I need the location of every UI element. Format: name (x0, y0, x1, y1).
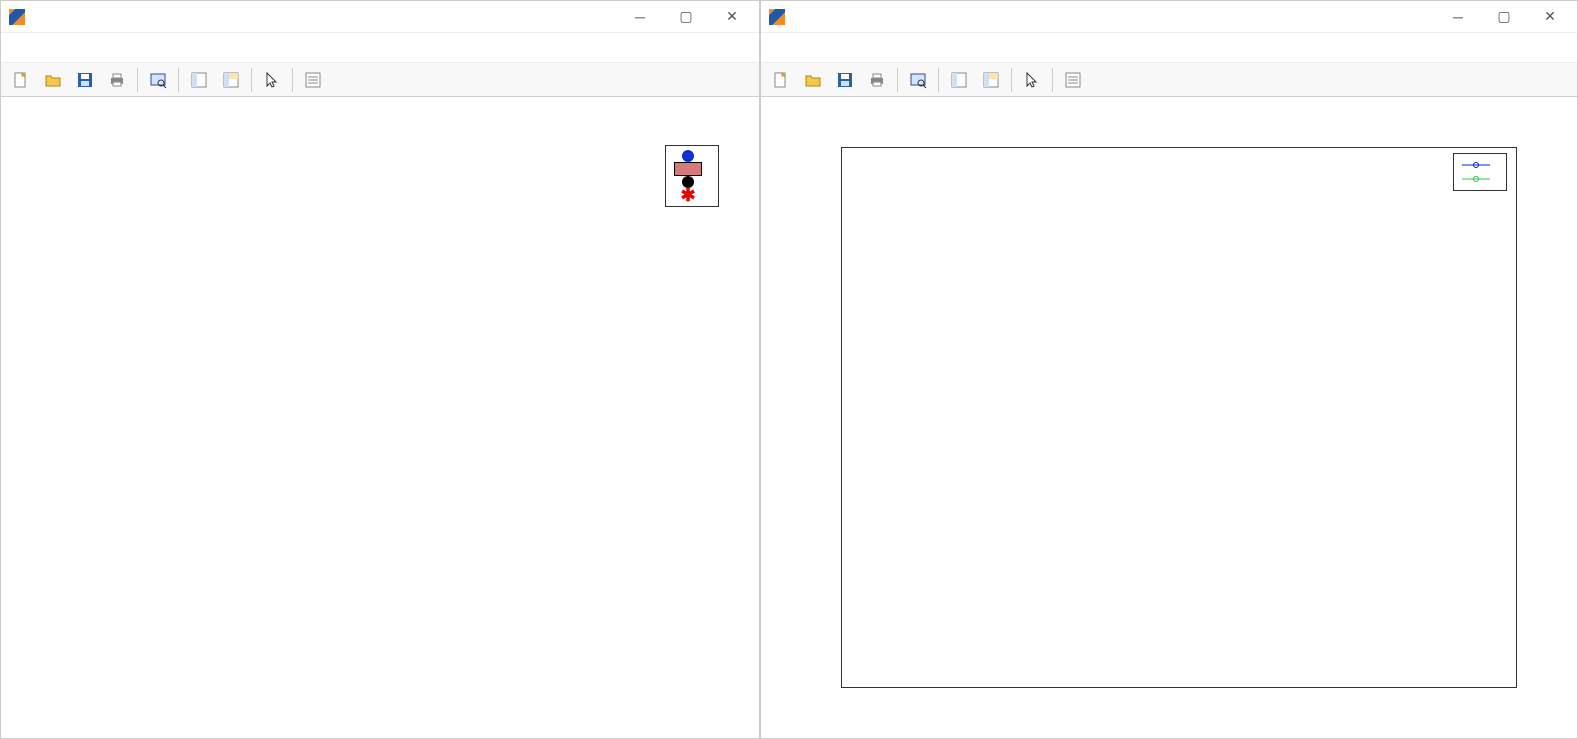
minimize-button[interactable]: ─ (617, 3, 663, 31)
menu-window[interactable] (887, 46, 903, 50)
menu-tools[interactable] (847, 46, 863, 50)
save-icon[interactable] (70, 66, 100, 94)
layout2-icon[interactable] (976, 66, 1006, 94)
legend-obs (674, 150, 710, 162)
menu-insert[interactable] (827, 46, 843, 50)
surface-svg (81, 187, 721, 707)
figure2-plot-area[interactable] (761, 97, 1577, 738)
menu-edit[interactable] (787, 46, 803, 50)
figure1-menubar (1, 33, 759, 63)
menu-insert[interactable] (67, 46, 83, 50)
fig2-axes (841, 147, 1517, 688)
close-button[interactable]: ✕ (1527, 3, 1573, 31)
menu-tools[interactable] (87, 46, 103, 50)
menu-desktop[interactable] (107, 46, 123, 50)
open-icon[interactable] (798, 66, 828, 94)
new-icon[interactable] (766, 66, 796, 94)
props-icon[interactable] (1058, 66, 1088, 94)
figure2-titlebar: ─ ▢ ✕ (761, 1, 1577, 33)
maximize-button[interactable]: ▢ (663, 3, 709, 31)
print-icon[interactable] (102, 66, 132, 94)
legend-obs-min (1462, 158, 1498, 172)
fig1-surface-stage (81, 187, 721, 707)
layout2-icon[interactable] (216, 66, 246, 94)
figure-1-window: ─ ▢ ✕ ✱ (0, 0, 760, 739)
figure-2-window: ─ ▢ ✕ (760, 0, 1578, 739)
inspect-icon[interactable] (143, 66, 173, 94)
figure1-toolbar (1, 63, 759, 97)
legend-est-min (1462, 172, 1498, 186)
props-icon[interactable] (298, 66, 328, 94)
cursor-icon[interactable] (1017, 66, 1047, 94)
inspect-icon[interactable] (903, 66, 933, 94)
menu-view[interactable] (807, 46, 823, 50)
layout1-icon[interactable] (944, 66, 974, 94)
menu-window[interactable] (127, 46, 143, 50)
cursor-icon[interactable] (257, 66, 287, 94)
save-icon[interactable] (830, 66, 860, 94)
matlab-app-icon (769, 9, 785, 25)
minimize-button[interactable]: ─ (1435, 3, 1481, 31)
menu-file[interactable] (7, 46, 23, 50)
fig2-y-ticks (1521, 142, 1555, 693)
menu-help[interactable] (147, 46, 163, 50)
maximize-button[interactable]: ▢ (1481, 3, 1527, 31)
open-icon[interactable] (38, 66, 68, 94)
figure2-menubar (761, 33, 1577, 63)
matlab-app-icon (9, 9, 25, 25)
menu-file[interactable] (767, 46, 783, 50)
legend-mean (674, 162, 710, 176)
figure1-plot-area[interactable]: ✱ (1, 97, 759, 738)
figure2-toolbar (761, 63, 1577, 97)
print-icon[interactable] (862, 66, 892, 94)
menu-edit[interactable] (27, 46, 43, 50)
menu-help[interactable] (907, 46, 923, 50)
line-svg (842, 148, 1516, 687)
layout1-icon[interactable] (184, 66, 214, 94)
figure1-titlebar: ─ ▢ ✕ (1, 1, 759, 33)
menu-desktop[interactable] (867, 46, 883, 50)
close-button[interactable]: ✕ (709, 3, 755, 31)
new-icon[interactable] (6, 66, 36, 94)
fig2-legend[interactable] (1453, 153, 1507, 191)
menu-view[interactable] (47, 46, 63, 50)
